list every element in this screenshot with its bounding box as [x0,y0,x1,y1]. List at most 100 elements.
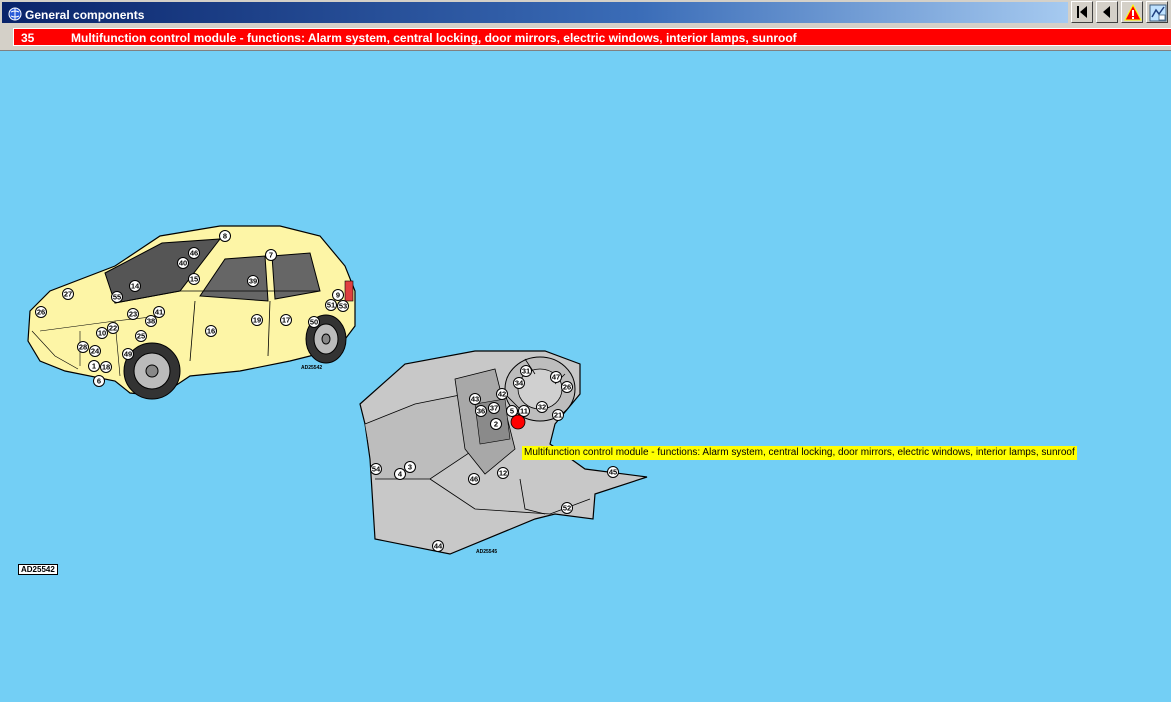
figure-reference-label: AD25542 [18,564,58,575]
title-gradient: General components [2,2,1068,23]
callout-21[interactable]: 21 [552,409,564,421]
callout-34[interactable]: 34 [513,377,525,389]
callout-9[interactable]: 9 [332,289,344,301]
callout-number: 24 [91,347,100,356]
callout-number: 1 [92,362,96,371]
callout-16[interactable]: 16 [205,325,217,337]
callout-52[interactable]: 52 [561,502,573,514]
callout-10[interactable]: 10 [96,327,108,339]
callout-19[interactable]: 19 [251,314,263,326]
callout-53[interactable]: 53 [337,300,349,312]
callout-number: 47 [552,373,560,382]
callout-number: 46 [470,475,478,484]
callout-5[interactable]: 5 [506,405,518,417]
callout-12[interactable]: 12 [497,467,509,479]
callout-4[interactable]: 4 [394,468,406,480]
callout-51[interactable]: 51 [325,299,337,311]
callout-number: 42 [498,390,506,399]
callout-22[interactable]: 22 [107,322,119,334]
callout-number: 18 [102,363,110,372]
callout-55[interactable]: 55 [111,291,123,303]
warning-icon [1124,4,1142,21]
highlighted-component-marker[interactable] [510,414,526,430]
skip-first-icon [1077,6,1087,18]
callout-31[interactable]: 31 [520,365,532,377]
callout-number: 55 [113,293,121,302]
component-tooltip: Multifunction control module - functions… [522,446,1077,460]
callout-number: 50 [310,318,318,327]
callout-number: 44 [434,542,443,551]
callout-number: 36 [477,407,485,416]
warning-button[interactable] [1121,1,1143,23]
previous-page-button[interactable] [1096,1,1118,23]
callout-number: 22 [109,324,117,333]
callout-number: 16 [207,327,215,336]
callout-50[interactable]: 50 [308,316,320,328]
car-illustration: 8 4640 7 15 39 14 27 55 41 23 38 951 53 26 2210 16 19 17 5… [27,225,356,400]
callout-1[interactable]: 1 [88,360,100,372]
callout-38[interactable]: 38 [145,315,157,327]
callout-44[interactable]: 44 [432,540,444,552]
dashboard-figure-ref: AD25545 [476,549,498,555]
callout-37[interactable]: 37 [488,402,500,414]
callout-49[interactable]: 49 [122,348,134,360]
callout-number: 17 [282,316,290,325]
diagram-button[interactable] [1146,1,1168,23]
callout-6[interactable]: 6 [93,375,105,387]
callout-number: 27 [64,290,72,299]
callout-number: 34 [515,379,524,388]
app-globe-icon [8,7,22,21]
callout-number: 52 [563,504,571,513]
callout-15[interactable]: 15 [188,273,200,285]
callout-2[interactable]: 2 [490,418,502,430]
callout-54[interactable]: 54 [370,463,382,475]
callout-number: 3 [408,463,412,472]
callout-number: 54 [372,465,381,474]
callout-23[interactable]: 23 [127,308,139,320]
callout-27[interactable]: 27 [62,288,74,300]
callout-number: 51 [327,301,335,310]
callout-47[interactable]: 47 [550,371,562,383]
callout-number: 38 [147,317,155,326]
callout-number: 10 [98,329,106,338]
callout-26[interactable]: 26 [35,306,47,318]
callout-number: 9 [336,291,340,300]
component-description: Multifunction control module - functions… [71,31,797,45]
callout-17[interactable]: 17 [280,314,292,326]
callout-25[interactable]: 25 [135,330,147,342]
callout-number: 12 [499,469,507,478]
callout-43[interactable]: 43 [469,393,481,405]
diagram-canvas: 8 46 40 7 15 39 14 27 55 41 23 38 9 51 53 26 22 10 16 19 17 5… [0,51,1171,702]
component-number: 35 [21,31,35,45]
callout-40[interactable]: 40 [177,257,189,269]
callout-number: 23 [129,310,137,319]
arrow-left-icon [1103,6,1110,18]
callout-36[interactable]: 36 [475,405,487,417]
first-page-button[interactable] [1071,1,1093,23]
callout-28[interactable]: 28 [77,341,89,353]
callout-number: 40 [179,259,187,268]
callout-42[interactable]: 42 [496,388,508,400]
component-header[interactable]: 35 Multifunction control module - functi… [13,28,1171,46]
callout-11[interactable]: 11 [518,405,530,417]
callout-46[interactable]: 46 [468,473,480,485]
callout-24[interactable]: 24 [89,345,101,357]
callout-number: 6 [97,377,101,386]
callout-14[interactable]: 14 [129,280,141,292]
callout-18[interactable]: 18 [100,361,112,373]
component-info-bar: 35 Multifunction control module - functi… [0,25,1171,51]
callout-number: 32 [538,403,546,412]
callout-number: 46 [190,249,198,258]
callout-26[interactable]: 26 [561,381,573,393]
callout-45[interactable]: 45 [607,466,619,478]
callout-32[interactable]: 32 [536,401,548,413]
callout-8[interactable]: 8 [219,230,231,242]
callout-3[interactable]: 3 [404,461,416,473]
callout-7[interactable]: 7 [265,249,277,261]
callout-46[interactable]: 46 [188,247,200,259]
callout-number: 7 [269,251,273,260]
callout-39[interactable]: 39 [247,275,259,287]
callout-number: 49 [124,350,132,359]
car-figure-ref: AD25542 [301,365,323,371]
callout-number: 31 [522,367,530,376]
